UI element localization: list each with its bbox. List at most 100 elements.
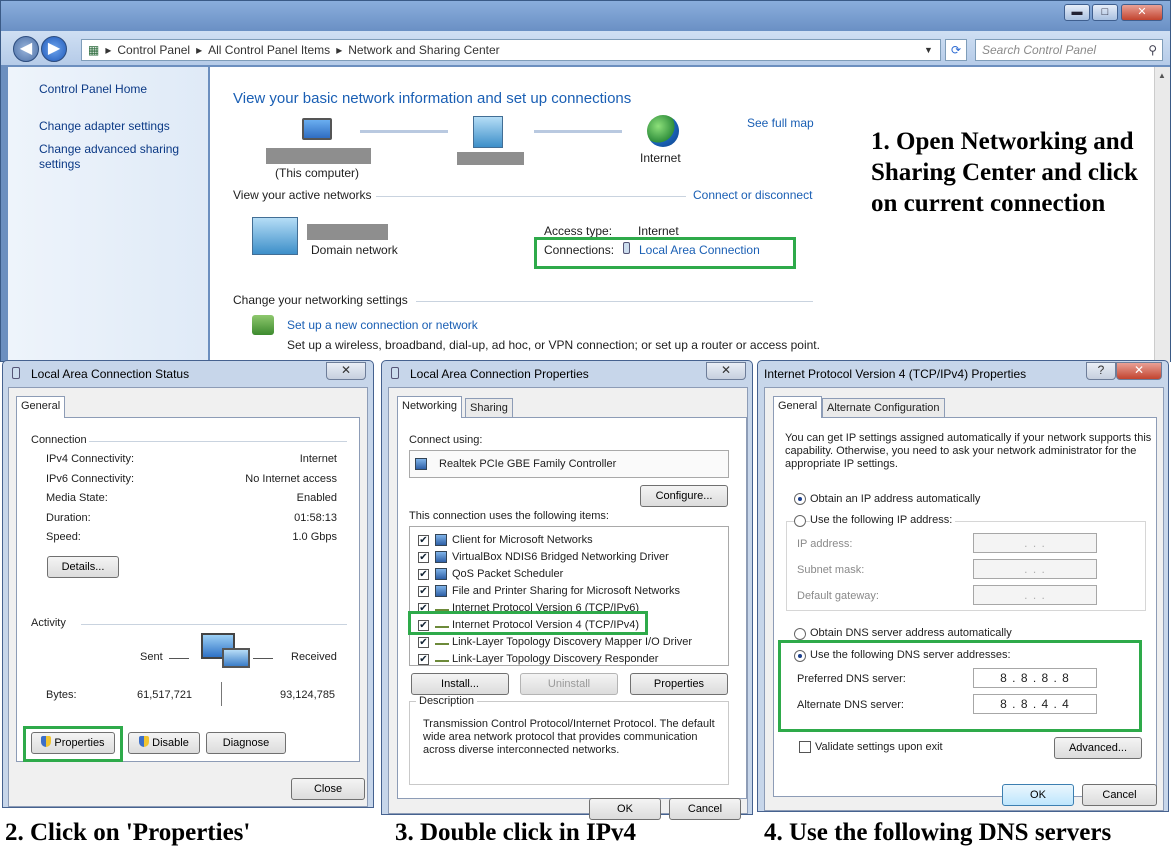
computer-icon xyxy=(302,118,332,140)
control-panel-icon: ▦ xyxy=(88,43,100,57)
intro-text: You can get IP settings assigned automat… xyxy=(785,432,1152,470)
control-panel-home-link[interactable]: Control Panel Home xyxy=(39,82,147,96)
scroll-up-icon[interactable]: ▲ xyxy=(1158,71,1166,80)
close-button[interactable]: ✕ xyxy=(1121,4,1163,21)
advanced-button[interactable]: Advanced... xyxy=(1054,737,1142,759)
items-list[interactable]: ✔ Client for Microsoft Networks ✔ VirtualB… xyxy=(409,526,729,666)
item-label: QoS Packet Scheduler xyxy=(452,568,564,580)
setup-new-connection-link[interactable]: Set up a new connection or network xyxy=(287,318,478,332)
search-input[interactable]: Search Control Panel ⚲ xyxy=(975,39,1163,61)
list-item[interactable]: ✔ File and Printer Sharing for Microsoft … xyxy=(410,583,728,600)
cancel-button[interactable]: Cancel xyxy=(669,798,741,820)
checkbox[interactable]: ✔ xyxy=(418,637,429,648)
search-placeholder: Search Control Panel xyxy=(982,43,1097,57)
validate-checkbox[interactable] xyxy=(799,741,811,753)
close-icon[interactable]: ✕ xyxy=(326,362,366,380)
vertical-scrollbar[interactable]: ▲ xyxy=(1154,67,1170,363)
sent-label: Sent xyxy=(140,651,163,663)
ipv4-connectivity-label: IPv4 Connectivity: xyxy=(46,453,135,465)
subnet-mask-input[interactable]: . . . xyxy=(973,559,1097,579)
use-following-ip-radio[interactable] xyxy=(794,515,806,527)
bytes-label: Bytes: xyxy=(46,689,77,701)
list-item[interactable]: ✔ Client for Microsoft Networks xyxy=(410,532,728,549)
use-following-dns-radio[interactable] xyxy=(794,650,806,662)
install-button[interactable]: Install... xyxy=(411,673,509,695)
speed-label: Speed: xyxy=(46,531,81,543)
list-item[interactable]: ✔ VirtualBox NDIS6 Bridged Networking Dri… xyxy=(410,549,728,566)
obtain-ip-auto-label[interactable]: Obtain an IP address automatically xyxy=(810,493,980,505)
local-area-connection-link[interactable]: Local Area Connection xyxy=(639,243,760,257)
change-adapter-settings-link[interactable]: Change adapter settings xyxy=(39,119,170,133)
obtain-ip-auto-radio[interactable] xyxy=(794,493,806,505)
checkbox[interactable]: ✔ xyxy=(418,654,429,665)
search-icon[interactable]: ⚲ xyxy=(1148,40,1157,60)
list-item[interactable]: ✔ Link-Layer Topology Discovery Responder xyxy=(410,651,728,668)
breadcrumb-control-panel[interactable]: Control Panel xyxy=(117,43,190,57)
help-icon[interactable]: ? xyxy=(1086,362,1116,380)
tab-general[interactable]: General xyxy=(16,396,66,418)
close-button[interactable]: Close xyxy=(291,778,365,800)
breadcrumb-network-center[interactable]: Network and Sharing Center xyxy=(348,43,499,57)
ok-button[interactable]: OK xyxy=(1002,784,1074,806)
uninstall-button[interactable]: Uninstall xyxy=(520,673,618,695)
see-full-map-link[interactable]: See full map xyxy=(747,116,814,130)
media-state-value: Enabled xyxy=(296,492,337,504)
maximize-button[interactable]: □ xyxy=(1092,4,1118,21)
tab-alternate-configuration[interactable]: Alternate Configuration xyxy=(822,398,945,418)
ethernet-icon xyxy=(623,242,630,254)
speed-value: 1.0 Gbps xyxy=(292,531,337,543)
ok-button[interactable]: OK xyxy=(589,798,661,820)
cancel-button[interactable]: Cancel xyxy=(1082,784,1157,806)
tab-general[interactable]: General xyxy=(773,396,823,418)
tab-sharing[interactable]: Sharing xyxy=(465,398,513,418)
default-gateway-input[interactable]: . . . xyxy=(973,585,1097,605)
connect-using-label: Connect using: xyxy=(409,434,483,446)
obtain-dns-auto-label[interactable]: Obtain DNS server address automatically xyxy=(810,627,1012,639)
breadcrumb-all-items[interactable]: All Control Panel Items xyxy=(208,43,330,57)
tab-networking[interactable]: Networking xyxy=(397,396,463,418)
list-item[interactable]: ✔ QoS Packet Scheduler xyxy=(410,566,728,583)
items-label: This connection uses the following items… xyxy=(409,510,609,522)
disable-button[interactable]: Disable xyxy=(128,732,200,754)
alternate-dns-input[interactable]: 8 . 8 . 4 . 4 xyxy=(973,694,1097,714)
network-sharing-center-window: ▬ □ ✕ ◀ ▶ ▦ ▸ Control Panel ▸ All Control Pa… xyxy=(0,0,1171,363)
checkbox[interactable]: ✔ xyxy=(418,535,429,546)
checkbox[interactable]: ✔ xyxy=(418,569,429,580)
activity-section-label: Activity xyxy=(31,617,66,629)
active-networks-label: View your active networks xyxy=(233,188,372,202)
preferred-dns-input[interactable]: 8 . 8 . 8 . 8 xyxy=(973,668,1097,688)
list-item[interactable]: ✔ Link-Layer Topology Discovery Mapper I/… xyxy=(410,634,728,651)
diagnose-button[interactable]: Diagnose xyxy=(206,732,286,754)
change-advanced-sharing-link[interactable]: Change advanced sharing settings xyxy=(39,142,189,172)
access-type-value: Internet xyxy=(638,224,679,238)
default-gateway-label: Default gateway: xyxy=(797,590,879,602)
close-icon[interactable]: ✕ xyxy=(1116,362,1162,380)
checkbox[interactable]: ✔ xyxy=(418,586,429,597)
divider xyxy=(376,196,686,197)
navigation-bar: ◀ ▶ ▦ ▸ Control Panel ▸ All Control Panel It… xyxy=(1,31,1170,65)
map-link-line xyxy=(534,130,622,133)
obtain-dns-auto-radio[interactable] xyxy=(794,628,806,640)
properties-button[interactable]: Properties xyxy=(31,732,115,754)
forward-arrow-icon[interactable]: ▶ xyxy=(41,36,67,62)
chevron-down-icon[interactable]: ▼ xyxy=(924,40,933,60)
ip-address-input[interactable]: . . . xyxy=(973,533,1097,553)
connect-or-disconnect-link[interactable]: Connect or disconnect xyxy=(693,188,812,202)
address-bar[interactable]: ▦ ▸ Control Panel ▸ All Control Panel Items ▸… xyxy=(81,39,941,61)
divider xyxy=(221,682,222,706)
received-label: Received xyxy=(291,651,337,663)
use-following-ip-label[interactable]: Use the following IP address: xyxy=(810,514,956,526)
adapter-name: Realtek PCIe GBE Family Controller xyxy=(439,458,617,470)
general-panel: You can get IP settings assigned automat… xyxy=(773,417,1157,797)
details-button[interactable]: Details... xyxy=(47,556,119,578)
properties-button[interactable]: Properties xyxy=(630,673,728,695)
validate-label[interactable]: Validate settings upon exit xyxy=(815,741,943,753)
back-arrow-icon[interactable]: ◀ xyxy=(13,36,39,62)
configure-button[interactable]: Configure... xyxy=(640,485,728,507)
minimize-button[interactable]: ▬ xyxy=(1064,4,1090,21)
use-following-dns-label[interactable]: Use the following DNS server addresses: xyxy=(810,649,1011,661)
close-icon[interactable]: ✕ xyxy=(706,362,746,380)
refresh-icon[interactable]: ⟳ xyxy=(945,39,967,61)
breadcrumb-sep-icon: ▸ xyxy=(196,43,203,57)
checkbox[interactable]: ✔ xyxy=(418,552,429,563)
